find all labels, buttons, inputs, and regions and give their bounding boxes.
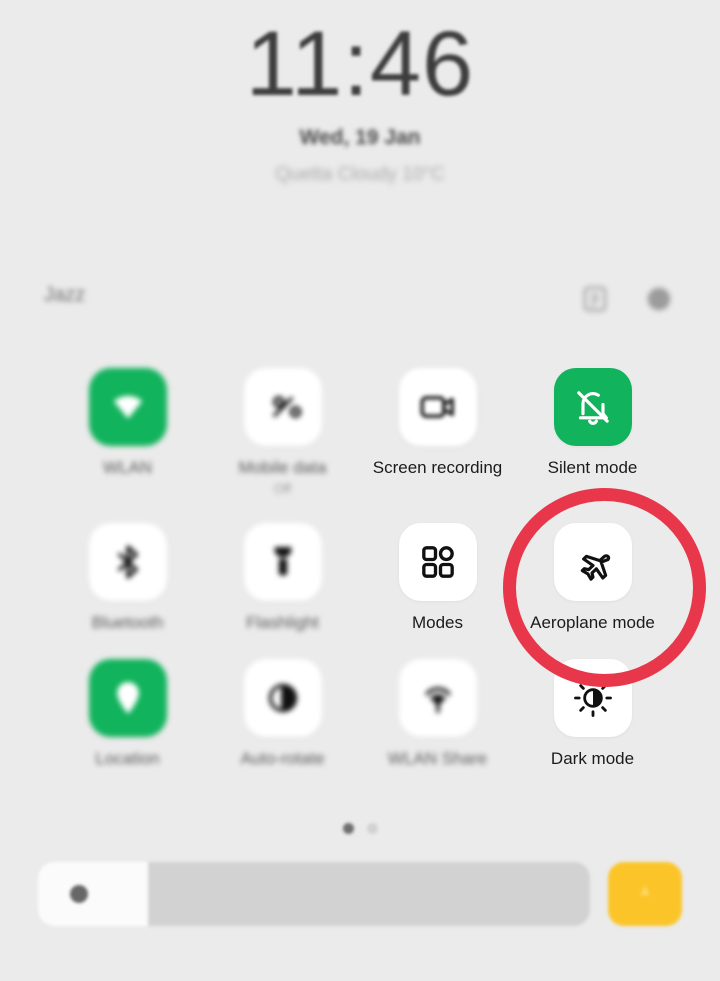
- clock-time: 11:46: [245, 13, 475, 115]
- header-icon-group: [578, 282, 676, 316]
- quick-settings-tile-grid: WLAN Mobile data Off Screen recording Silent…: [50, 368, 670, 769]
- tile-label: Dark mode: [550, 749, 635, 769]
- tile-label: Screen recording: [372, 458, 503, 477]
- quick-settings-screen: 11:46 Wed, 19 Jan Quetta Cloudy 10°C Jaz…: [0, 0, 720, 981]
- tile-silent-mode[interactable]: Silent mode: [515, 368, 670, 496]
- dark-mode-icon[interactable]: [553, 659, 632, 738]
- page-indicator[interactable]: [0, 823, 720, 834]
- tile-dark-mode[interactable]: Dark mode: [515, 659, 670, 769]
- tile-modes[interactable]: Modes: [360, 522, 515, 633]
- brightness-slider[interactable]: [38, 862, 590, 926]
- flashlight-icon[interactable]: [243, 522, 322, 601]
- location-pin-icon[interactable]: [88, 659, 167, 738]
- tile-label: Bluetooth: [91, 612, 164, 632]
- tile-label: Aeroplane mode: [530, 612, 655, 632]
- tile-wlan[interactable]: WLAN: [50, 368, 205, 496]
- carrier-label: Jazz: [44, 284, 86, 306]
- tile-aeroplane-mode[interactable]: Aeroplane mode: [515, 522, 670, 633]
- tile-screen-recording[interactable]: Screen recording: [360, 368, 515, 496]
- page-dot-1[interactable]: [342, 823, 354, 834]
- panel-header: Jazz: [0, 282, 720, 322]
- auto-rotate-icon[interactable]: [243, 659, 322, 738]
- tile-auto-rotate[interactable]: Auto-rotate: [205, 659, 360, 769]
- tile-label: WLAN: [102, 458, 153, 477]
- tile-label: Flashlight: [246, 612, 319, 632]
- aeroplane-icon[interactable]: [553, 522, 632, 601]
- flash-auto-icon: [640, 885, 650, 896]
- weather-summary: Quetta Cloudy 10°C: [275, 164, 445, 185]
- hotspot-icon[interactable]: [398, 659, 477, 738]
- brightness-icon: [70, 885, 88, 903]
- settings-gear-icon[interactable]: [642, 282, 676, 316]
- screen-record-icon[interactable]: [398, 368, 477, 446]
- modes-grid-icon[interactable]: [398, 522, 477, 601]
- tile-bluetooth[interactable]: Bluetooth: [50, 522, 205, 633]
- bluetooth-icon[interactable]: [88, 522, 167, 601]
- tile-sublabel: Off: [273, 480, 292, 496]
- tile-flashlight[interactable]: Flashlight: [205, 522, 360, 633]
- tile-mobile-data[interactable]: Mobile data Off: [205, 368, 360, 496]
- tile-label: Auto-rotate: [240, 749, 325, 769]
- tile-label: Modes: [411, 612, 464, 632]
- mobile-data-icon[interactable]: [243, 368, 322, 446]
- tile-location[interactable]: Location: [50, 659, 205, 769]
- flash-auto-button[interactable]: [608, 862, 682, 926]
- wifi-icon[interactable]: [88, 368, 167, 446]
- brightness-row: [38, 862, 682, 926]
- tile-label: WLAN Share: [387, 749, 488, 769]
- tile-label: Silent mode: [547, 458, 638, 477]
- tile-label: Mobile data: [238, 458, 327, 477]
- clock-widget[interactable]: 11:46 Wed, 19 Jan Quetta Cloudy 10°C: [0, 0, 720, 186]
- page-dot-2[interactable]: [366, 823, 378, 834]
- brightness-fill: [38, 862, 149, 926]
- clock-date: Wed, 19 Jan: [299, 126, 421, 149]
- edit-icon[interactable]: [578, 282, 612, 316]
- tile-wlan-share[interactable]: WLAN Share: [360, 659, 515, 769]
- tile-label: Location: [95, 749, 160, 769]
- bell-slash-icon[interactable]: [553, 368, 632, 446]
